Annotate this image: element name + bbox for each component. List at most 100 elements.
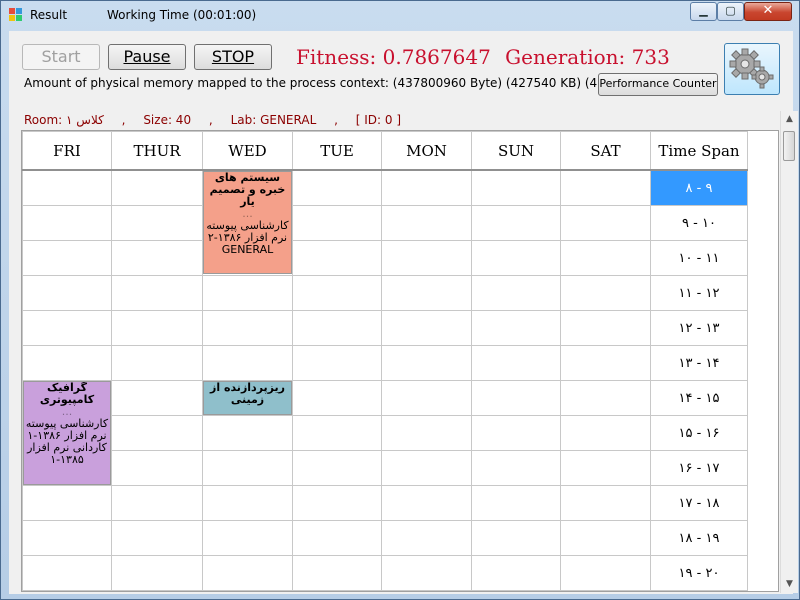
cell-sat[interactable] bbox=[560, 450, 651, 486]
cell-sun[interactable] bbox=[471, 275, 561, 311]
cell-mon[interactable] bbox=[381, 485, 472, 521]
cell-tue[interactable] bbox=[292, 205, 382, 241]
cell-wed[interactable] bbox=[202, 450, 293, 486]
scroll-down-arrow-icon[interactable]: ▼ bbox=[781, 576, 798, 593]
title-bar[interactable]: Result Working Time (00:01:00) ▁ ▢ ✕ bbox=[1, 1, 799, 29]
settings-button[interactable] bbox=[724, 43, 780, 95]
cell-tue[interactable] bbox=[292, 169, 382, 206]
time-span-cell[interactable]: ۱۱ - ۱۰ bbox=[650, 240, 748, 276]
cell-mon[interactable] bbox=[381, 275, 472, 311]
cell-wed[interactable] bbox=[202, 345, 293, 381]
cell-thur[interactable] bbox=[111, 450, 203, 486]
cell-sat[interactable] bbox=[560, 380, 651, 416]
cell-fri[interactable] bbox=[22, 240, 112, 276]
cell-wed[interactable] bbox=[202, 275, 293, 311]
cell-sun[interactable] bbox=[471, 205, 561, 241]
cell-thur[interactable] bbox=[111, 520, 203, 556]
schedule-grid[interactable]: FRI THUR WED TUE MON SUN SAT Time Span ۹… bbox=[21, 130, 779, 592]
cell-thur[interactable] bbox=[111, 485, 203, 521]
cell-tue[interactable] bbox=[292, 415, 382, 451]
cell-tue[interactable] bbox=[292, 275, 382, 311]
cell-tue[interactable] bbox=[292, 555, 382, 591]
course-block-microprocessor[interactable]: ریزپردازنده از زمینی bbox=[203, 381, 292, 415]
cell-sat[interactable] bbox=[560, 415, 651, 451]
cell-mon[interactable] bbox=[381, 205, 472, 241]
cell-mon[interactable] bbox=[381, 380, 472, 416]
cell-sun[interactable] bbox=[471, 485, 561, 521]
cell-sun[interactable] bbox=[471, 169, 561, 206]
cell-fri[interactable] bbox=[22, 485, 112, 521]
cell-thur[interactable] bbox=[111, 275, 203, 311]
cell-mon[interactable] bbox=[381, 240, 472, 276]
cell-sat[interactable] bbox=[560, 485, 651, 521]
time-span-cell[interactable]: ۱۷ - ۱۶ bbox=[650, 450, 748, 486]
scroll-up-arrow-icon[interactable]: ▲ bbox=[781, 111, 798, 128]
course-block-computer-graphics[interactable]: گرافیک کامپیوتری ... کارشناسی پیوسته نرم… bbox=[23, 381, 111, 485]
cell-tue[interactable] bbox=[292, 450, 382, 486]
time-span-cell[interactable]: ۱۲ - ۱۱ bbox=[650, 275, 748, 311]
cell-tue[interactable] bbox=[292, 485, 382, 521]
cell-wed[interactable] bbox=[202, 520, 293, 556]
cell-thur[interactable] bbox=[111, 555, 203, 591]
cell-sun[interactable] bbox=[471, 450, 561, 486]
time-span-cell[interactable]: ۲۰ - ۱۹ bbox=[650, 555, 748, 591]
scroll-thumb[interactable] bbox=[783, 131, 795, 161]
cell-tue[interactable] bbox=[292, 240, 382, 276]
cell-fri[interactable] bbox=[22, 520, 112, 556]
minimize-button[interactable]: ▁ bbox=[690, 2, 717, 21]
cell-mon[interactable] bbox=[381, 310, 472, 346]
cell-mon[interactable] bbox=[381, 345, 472, 381]
cell-tue[interactable] bbox=[292, 310, 382, 346]
time-span-cell[interactable]: ۱۰ - ۹ bbox=[650, 205, 748, 241]
cell-fri[interactable] bbox=[22, 310, 112, 346]
cell-sat[interactable] bbox=[560, 310, 651, 346]
time-span-cell[interactable]: ۱۹ - ۱۸ bbox=[650, 520, 748, 556]
cell-mon[interactable] bbox=[381, 450, 472, 486]
cell-sun[interactable] bbox=[471, 310, 561, 346]
time-span-cell[interactable]: ۱۵ - ۱۴ bbox=[650, 380, 748, 416]
course-block-expert-systems[interactable]: سیستم های خبره و تصمیم یار ... کارشناسی … bbox=[203, 171, 292, 274]
pause-button[interactable]: Pause bbox=[108, 44, 186, 70]
cell-mon[interactable] bbox=[381, 555, 472, 591]
cell-mon[interactable] bbox=[381, 169, 472, 206]
cell-sun[interactable] bbox=[471, 555, 561, 591]
cell-sun[interactable] bbox=[471, 380, 561, 416]
time-span-cell[interactable]: ۹ - ۸ bbox=[650, 169, 748, 206]
maximize-button[interactable]: ▢ bbox=[717, 2, 744, 21]
cell-fri[interactable] bbox=[22, 555, 112, 591]
cell-sun[interactable] bbox=[471, 345, 561, 381]
time-span-cell[interactable]: ۱۴ - ۱۳ bbox=[650, 345, 748, 381]
cell-thur[interactable] bbox=[111, 205, 203, 241]
close-button[interactable]: ✕ bbox=[744, 2, 792, 21]
cell-sat[interactable] bbox=[560, 520, 651, 556]
cell-sun[interactable] bbox=[471, 240, 561, 276]
time-span-cell[interactable]: ۱۳ - ۱۲ bbox=[650, 310, 748, 346]
cell-wed[interactable] bbox=[202, 485, 293, 521]
cell-fri[interactable] bbox=[22, 275, 112, 311]
cell-sat[interactable] bbox=[560, 555, 651, 591]
cell-fri[interactable] bbox=[22, 169, 112, 206]
time-span-cell[interactable]: ۱۸ - ۱۷ bbox=[650, 485, 748, 521]
cell-thur[interactable] bbox=[111, 310, 203, 346]
start-button[interactable]: Start bbox=[22, 44, 100, 70]
stop-button[interactable]: STOP bbox=[194, 44, 272, 70]
cell-thur[interactable] bbox=[111, 240, 203, 276]
cell-wed[interactable] bbox=[202, 415, 293, 451]
vertical-scrollbar[interactable]: ▲ ▼ bbox=[780, 111, 798, 593]
cell-sat[interactable] bbox=[560, 240, 651, 276]
cell-sat[interactable] bbox=[560, 205, 651, 241]
cell-thur[interactable] bbox=[111, 380, 203, 416]
cell-thur[interactable] bbox=[111, 169, 203, 206]
cell-wed[interactable] bbox=[202, 310, 293, 346]
performance-counter-button[interactable]: Performance Counter bbox=[598, 73, 718, 96]
cell-thur[interactable] bbox=[111, 345, 203, 381]
cell-wed[interactable] bbox=[202, 555, 293, 591]
cell-fri[interactable] bbox=[22, 345, 112, 381]
cell-sat[interactable] bbox=[560, 345, 651, 381]
cell-sat[interactable] bbox=[560, 275, 651, 311]
cell-thur[interactable] bbox=[111, 415, 203, 451]
cell-mon[interactable] bbox=[381, 415, 472, 451]
cell-sat[interactable] bbox=[560, 169, 651, 206]
cell-mon[interactable] bbox=[381, 520, 472, 556]
cell-tue[interactable] bbox=[292, 345, 382, 381]
